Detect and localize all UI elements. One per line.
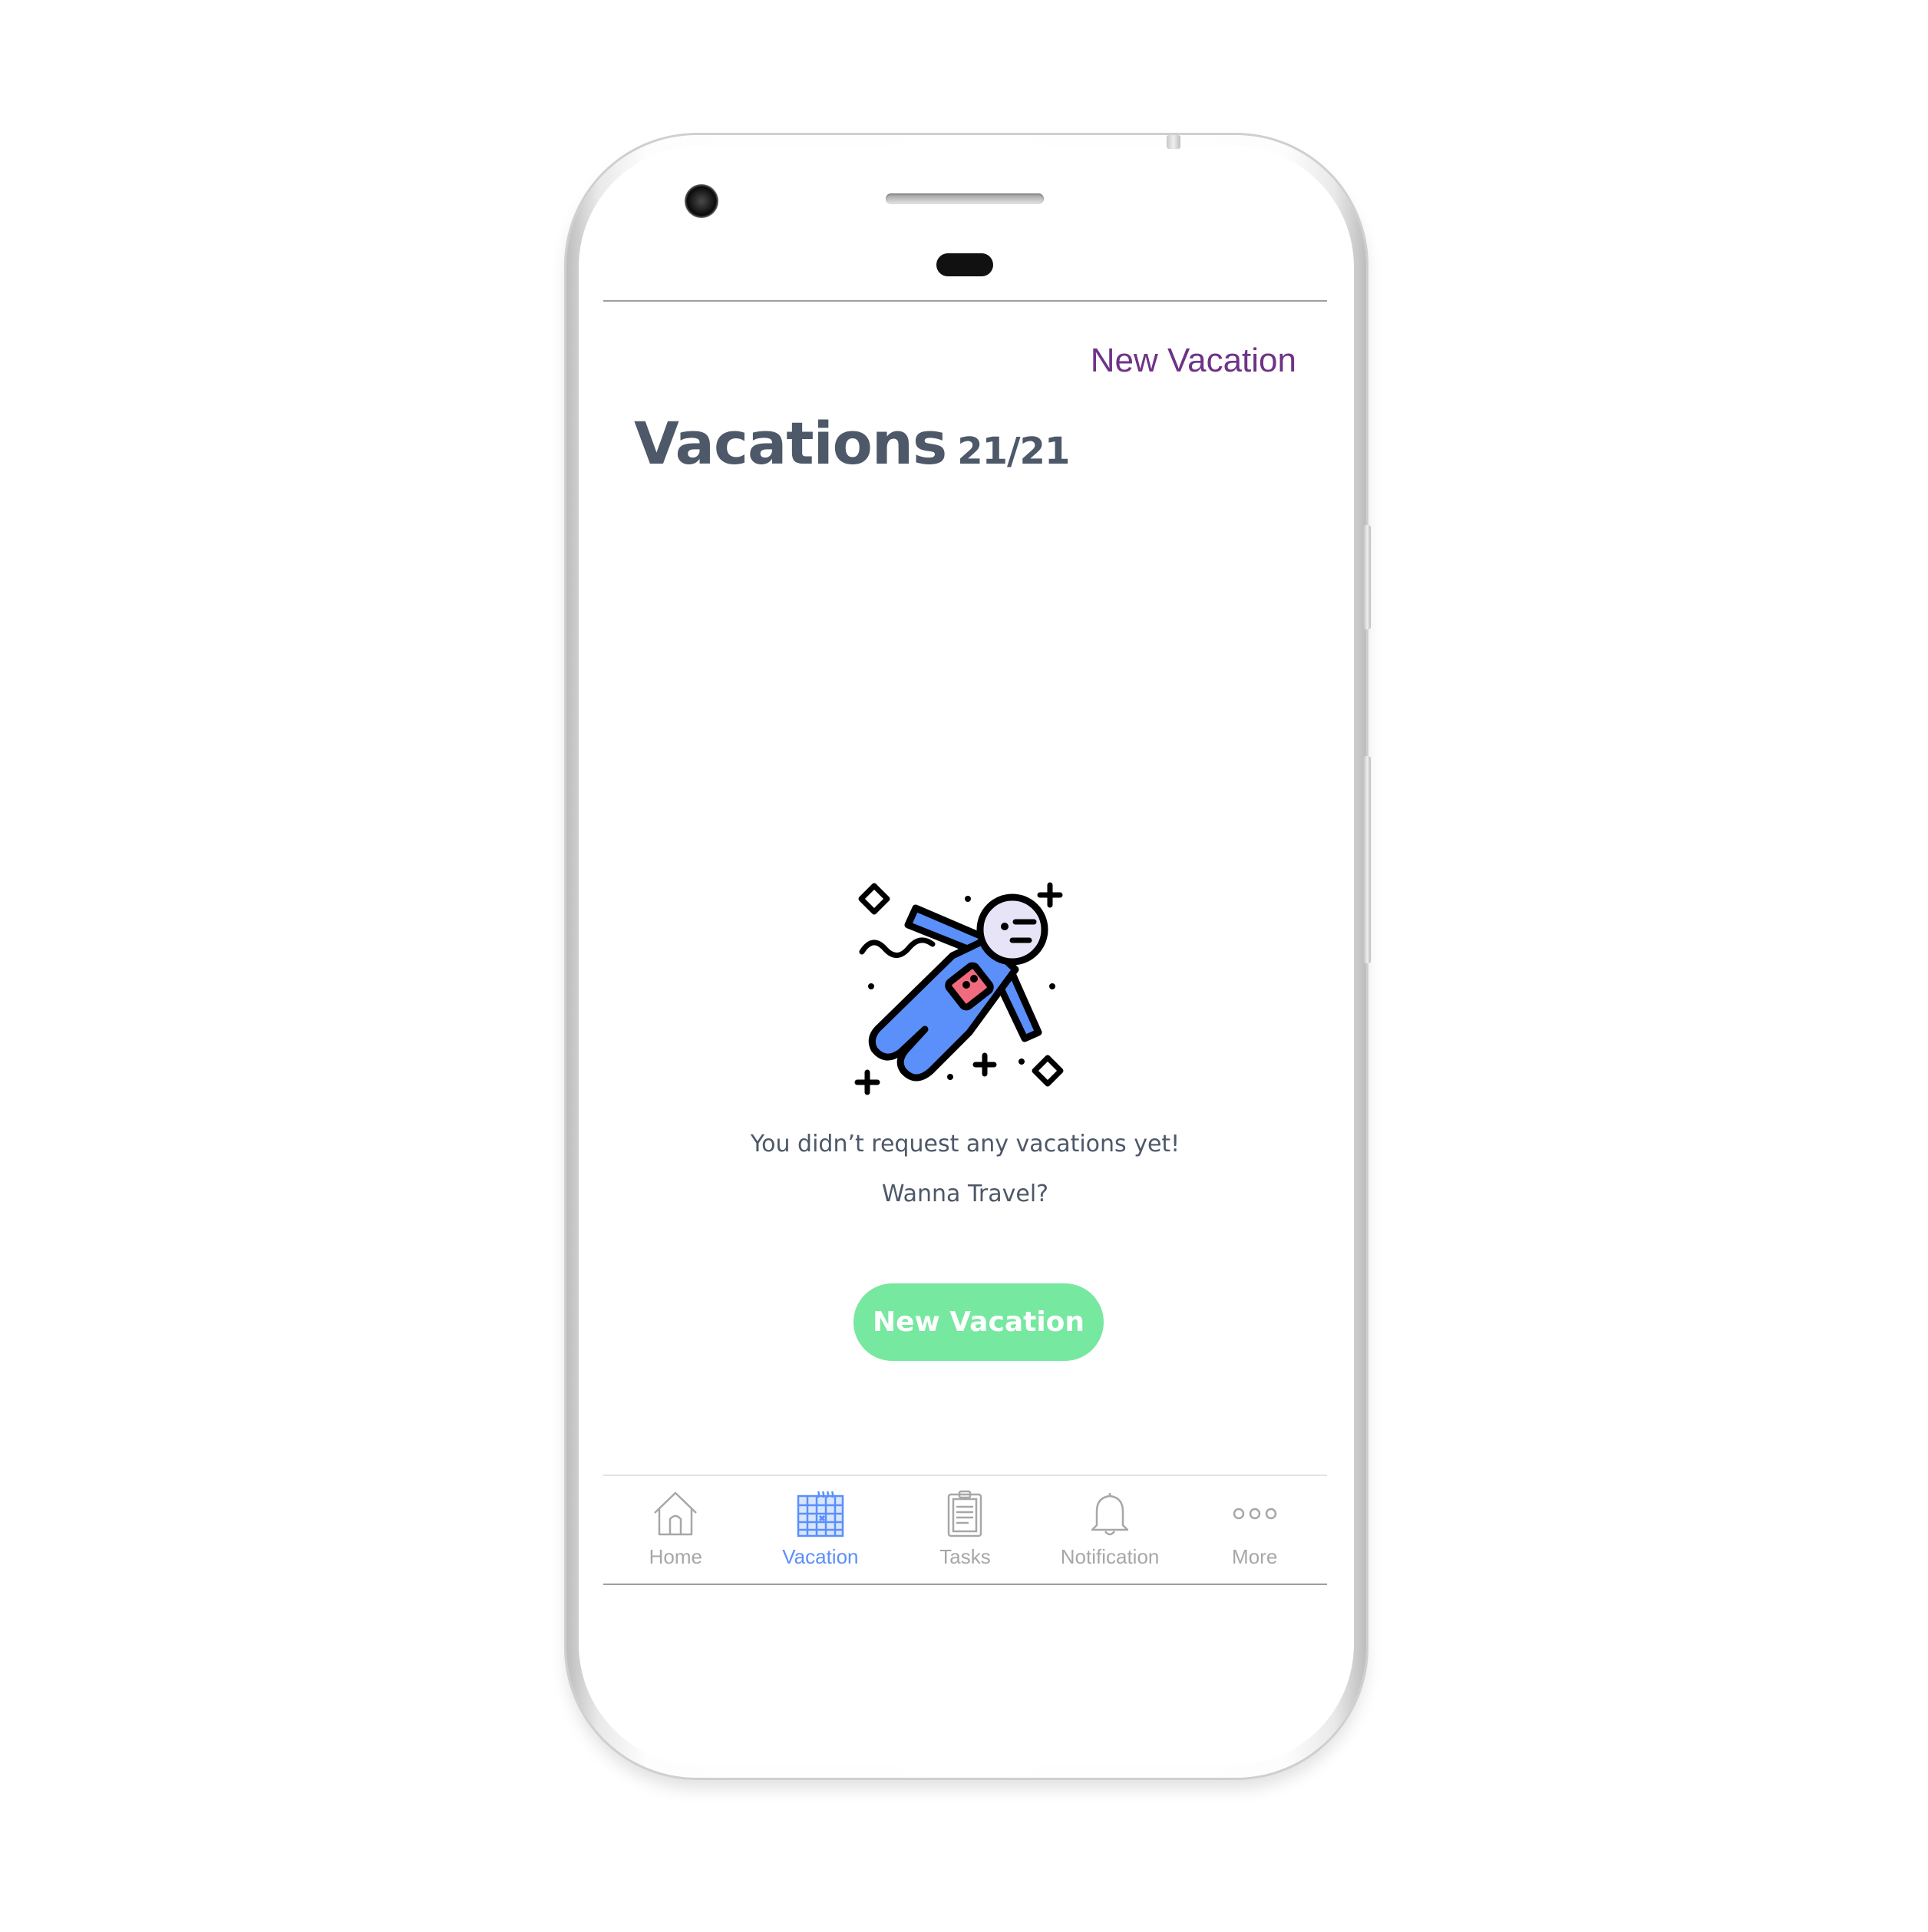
- tab-home-label: Home: [649, 1545, 702, 1568]
- earpiece-speaker: [886, 193, 1044, 204]
- tab-notification-label: Notification: [1060, 1545, 1160, 1568]
- calendar-icon: [795, 1488, 846, 1539]
- tab-vacation-label: Vacation: [782, 1545, 859, 1568]
- tab-notification[interactable]: Notification: [1038, 1476, 1183, 1584]
- home-icon: [650, 1488, 701, 1539]
- app-screen: New Vacation Vacations 21/21 You didn’t …: [603, 302, 1327, 1584]
- new-vacation-link[interactable]: New Vacation: [1091, 342, 1296, 380]
- power-button: [1364, 525, 1371, 629]
- more-dots-icon: [1230, 1488, 1280, 1539]
- screen-bottom-edge: [603, 1584, 1327, 1585]
- empty-state-message: You didn’t request any vacations yet!: [750, 1131, 1180, 1158]
- page-title: Vacations 21/21: [634, 409, 1070, 477]
- bell-icon: [1084, 1488, 1135, 1539]
- empty-state-prompt: Wanna Travel?: [881, 1181, 1049, 1207]
- front-camera: [685, 184, 718, 218]
- volume-button: [1364, 756, 1371, 963]
- bottom-tab-bar: Home Vacation Tasks Notification More: [603, 1476, 1327, 1584]
- tab-more[interactable]: More: [1182, 1476, 1327, 1584]
- new-vacation-button[interactable]: New Vacation: [853, 1283, 1104, 1361]
- tab-tasks-label: Tasks: [939, 1545, 991, 1568]
- frame-notch-top: [1167, 135, 1180, 149]
- tab-tasks[interactable]: Tasks: [893, 1476, 1038, 1584]
- proximity-sensor: [936, 253, 993, 276]
- page-title-text: Vacations: [634, 409, 947, 477]
- astronaut-floating-icon: [854, 882, 1064, 1095]
- clipboard-icon: [939, 1488, 990, 1539]
- tab-more-label: More: [1232, 1545, 1278, 1568]
- vacation-count: 21/21: [957, 430, 1070, 473]
- tab-home[interactable]: Home: [603, 1476, 748, 1584]
- tab-vacation[interactable]: Vacation: [748, 1476, 893, 1584]
